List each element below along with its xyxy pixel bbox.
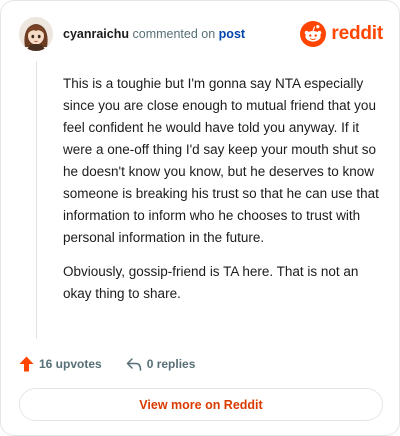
reddit-wordmark: reddit — [331, 23, 383, 44]
comment-paragraph: This is a toughie but I'm gonna say NTA … — [63, 76, 379, 245]
comment-header: cyanraichu commented on post reddit — [19, 17, 383, 53]
reply-button[interactable]: 0 replies — [126, 357, 196, 372]
post-link[interactable]: post — [219, 27, 245, 41]
comment-paragraph: Obviously, gossip-friend is TA here. Tha… — [63, 264, 359, 301]
reply-icon — [126, 357, 141, 371]
comment-meta: cyanraichu commented on post — [63, 27, 245, 41]
upvote-arrow-icon — [19, 356, 34, 372]
upvote-count: 16 upvotes — [39, 357, 102, 371]
view-more-button[interactable]: View more on Reddit — [19, 388, 383, 421]
reddit-brand[interactable]: reddit — [300, 19, 383, 49]
reply-count: 0 replies — [146, 357, 196, 371]
user-avatar[interactable] — [19, 17, 53, 51]
comment-body: This is a toughie but I'm gonna say NTA … — [63, 73, 385, 317]
comment-actions: 16 upvotes 0 replies — [19, 353, 219, 375]
action-text: commented on — [132, 27, 216, 41]
thread-line — [36, 61, 37, 339]
username-link[interactable]: cyanraichu — [63, 27, 129, 41]
reddit-logo-icon — [300, 21, 327, 47]
avatar-icon — [19, 17, 53, 51]
comment-embed-card: cyanraichu commented on post reddit This… — [0, 0, 400, 436]
upvote-button[interactable]: 16 upvotes — [19, 356, 102, 372]
